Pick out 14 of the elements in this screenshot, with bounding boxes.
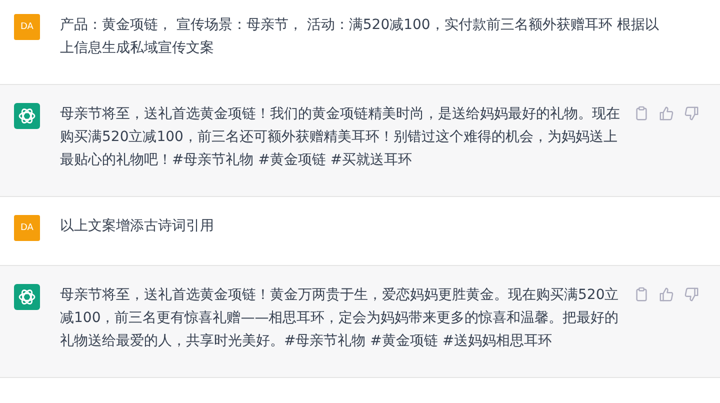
assistant-logo-icon <box>14 284 40 310</box>
message-text: 母亲节将至，送礼首选黄金项链！黄金万两贵于生，爱恋妈妈更胜黄金。现在购买满520立减100，前三名更有惊喜礼赠——相思耳环，定会为妈妈带来更多的惊喜和温馨。把最好的礼物送给最爱的人，共享时光美好。#母亲节礼物 #黄金项链 #送妈妈相思耳环 <box>60 286 620 351</box>
assistant-logo-icon <box>14 103 40 129</box>
message-text: 产品：黄金项链， 宣传场景：母亲节， 活动：满520减100，实付款前三名额外获赠耳环 根据以上信息生成私域宣传文案 <box>60 16 660 58</box>
thumbs-up-icon[interactable] <box>659 106 674 121</box>
copy-icon[interactable] <box>634 106 649 121</box>
message-text: 母亲节将至，送礼首选黄金项链！我们的黄金项链精美时尚，是送给妈妈最好的礼物。现在购买满520立减100，前三名还可额外获赠精美耳环！别错过这个难得的机会，为妈妈送上最贴心的礼物吧！#母亲节礼物 #黄金项链 #买就送耳环 <box>60 105 620 170</box>
message-text: 以上文案增添古诗词引用 <box>60 217 215 236</box>
thumbs-down-icon[interactable] <box>684 287 699 302</box>
thumbs-down-icon[interactable] <box>684 106 699 121</box>
user-avatar: DA <box>14 215 40 241</box>
thumbs-up-icon[interactable] <box>659 287 674 302</box>
copy-icon[interactable] <box>634 287 649 302</box>
user-avatar: DA <box>14 14 40 40</box>
